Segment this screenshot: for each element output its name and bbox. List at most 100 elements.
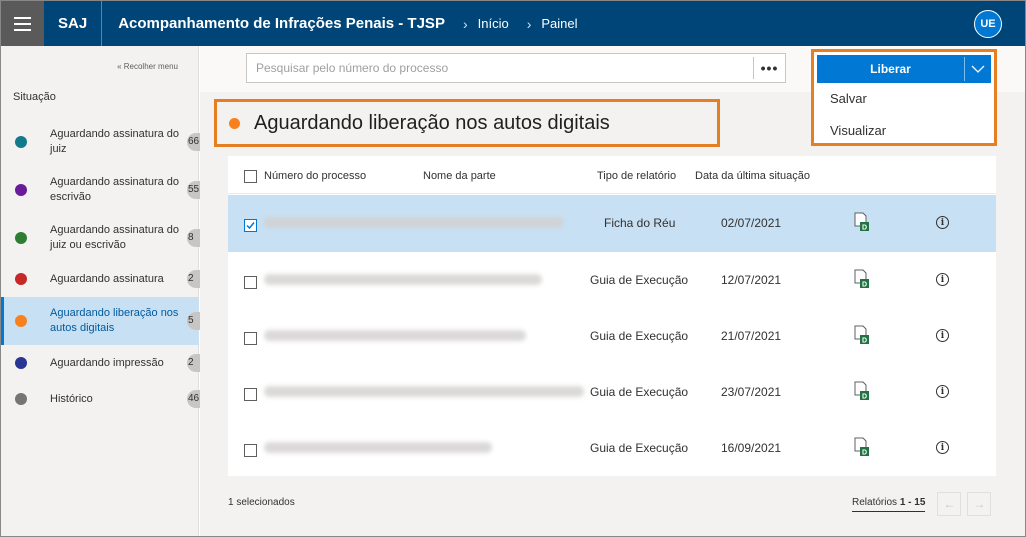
page-title: Aguardando liberação nos autos digitais: [214, 99, 720, 147]
redacted-text: [264, 330, 526, 341]
liberar-button[interactable]: Liberar: [817, 55, 991, 83]
chevron-down-icon[interactable]: [965, 55, 991, 83]
row-checkbox[interactable]: [244, 388, 257, 401]
chevron-right-icon: ›: [462, 15, 468, 32]
column-header-numero[interactable]: Número do processo: [264, 170, 366, 182]
select-all-checkbox[interactable]: [244, 170, 257, 183]
app-title: Acompanhamento de Infrações Penais - TJS…: [118, 15, 445, 32]
row-checkbox[interactable]: [244, 276, 257, 289]
selection-count: 1 selecionados: [228, 497, 295, 508]
sidebar-item-assinatura[interactable]: Aguardando assinatura 2: [1, 264, 203, 294]
column-header-nome[interactable]: Nome da parte: [423, 170, 496, 182]
sidebar-item-label: Aguardando assinatura do juiz: [50, 128, 180, 155]
redacted-text: [264, 274, 542, 285]
redacted-text: [264, 442, 492, 453]
row-checkbox[interactable]: [244, 444, 257, 457]
top-bar: SAJ Acompanhamento de Infrações Penais -…: [1, 1, 1025, 46]
status-dot-icon: [229, 117, 240, 129]
pager-range: 1 - 15: [899, 496, 926, 508]
chevron-right-icon: ›: [526, 15, 532, 32]
liberar-button-label[interactable]: Liberar: [817, 55, 964, 83]
more-options-icon[interactable]: •••: [753, 57, 785, 79]
row-checkbox[interactable]: [244, 332, 257, 345]
tipo-cell: Guia de Execução: [590, 385, 689, 399]
sidebar-item-label: Aguardando assinatura: [50, 272, 164, 285]
info-icon[interactable]: i: [936, 273, 949, 286]
tipo-cell: Ficha do Réu: [604, 216, 676, 230]
status-dot-icon: [15, 315, 27, 327]
previous-page-icon[interactable]: ←: [937, 492, 962, 516]
pager-label: Relatórios 1 - 15: [852, 496, 926, 512]
sidebar-item-impressao[interactable]: Aguardando impressão 2: [1, 348, 203, 378]
sidebar-item-label: Aguardando impressão: [50, 356, 164, 369]
excel-document-icon[interactable]: D: [853, 381, 870, 404]
row-checkbox[interactable]: [244, 219, 257, 232]
info-icon[interactable]: i: [936, 216, 949, 229]
search-placeholder: Pesquisar pelo número do processo: [256, 61, 449, 75]
svg-text:D: D: [862, 394, 867, 401]
table-row[interactable]: Guia de Execução 12/07/2021 D i: [228, 252, 996, 309]
sidebar-item-assinatura-juiz-escrivao[interactable]: Aguardando assinatura do juiz ou escrivã…: [1, 218, 203, 258]
sidebar-item-assinatura-escrivao[interactable]: Aguardando assinatura do escrivão 55: [1, 170, 203, 210]
tipo-cell: Guia de Execução: [590, 329, 689, 343]
excel-document-icon[interactable]: D: [853, 269, 870, 292]
redacted-text: [264, 386, 584, 397]
data-cell: 02/07/2021: [721, 216, 782, 230]
status-dot-icon: [15, 357, 27, 369]
liberar-split-button: Liberar Salvar Visualizar: [811, 49, 997, 146]
svg-text:D: D: [862, 225, 867, 232]
pagination: Relatórios 1 - 15 ← →: [852, 492, 992, 516]
sidebar-item-assinatura-juiz[interactable]: Aguardando assinatura do juiz 66: [1, 122, 203, 162]
page-title-text: Aguardando liberação nos autos digitais: [254, 111, 610, 134]
user-avatar[interactable]: UE: [974, 10, 1002, 38]
breadcrumb-inicio[interactable]: Início: [478, 16, 509, 31]
next-page-icon[interactable]: →: [967, 492, 992, 516]
data-cell: 23/07/2021: [721, 385, 782, 399]
table-header: Número do processo Nome da parte Tipo de…: [228, 156, 996, 194]
tipo-cell: Guia de Execução: [590, 441, 689, 455]
situacao-title: Situação: [13, 91, 56, 103]
sidebar-item-historico[interactable]: Histórico 46: [1, 384, 203, 414]
sidebar: « Recolher menu Situação Aguardando assi…: [1, 46, 203, 536]
hamburger-menu-icon[interactable]: [1, 1, 44, 46]
sidebar-item-label: Aguardando assinatura do juiz ou escrivã…: [50, 224, 180, 251]
sidebar-item-label: Aguardando liberação nos autos digitais: [50, 307, 179, 334]
reports-table: Número do processo Nome da parte Tipo de…: [228, 156, 996, 476]
menu-item-visualizar[interactable]: Visualizar: [817, 115, 991, 147]
excel-document-icon[interactable]: D: [853, 325, 870, 348]
info-icon[interactable]: i: [936, 329, 949, 342]
status-dot-icon: [15, 232, 27, 244]
table-row[interactable]: Ficha do Réu 02/07/2021 D i: [228, 195, 996, 252]
main-content: Pesquisar pelo número do processo ••• Ag…: [200, 46, 1025, 536]
column-header-tipo[interactable]: Tipo de relatório: [597, 170, 676, 182]
svg-text:D: D: [862, 450, 867, 457]
excel-document-icon[interactable]: D: [853, 437, 870, 460]
table-row[interactable]: Guia de Execução 23/07/2021 D i: [228, 364, 996, 421]
column-header-data[interactable]: Data da última situação: [695, 170, 810, 182]
breadcrumb-painel[interactable]: Painel: [541, 16, 577, 31]
pager-prefix: Relatórios: [852, 496, 898, 508]
svg-text:D: D: [862, 338, 867, 345]
menu-item-salvar[interactable]: Salvar: [817, 83, 991, 115]
brand-label[interactable]: SAJ: [44, 1, 101, 46]
status-dot-icon: [15, 273, 27, 285]
info-icon[interactable]: i: [936, 385, 949, 398]
status-dot-icon: [15, 136, 27, 148]
search-input[interactable]: Pesquisar pelo número do processo •••: [246, 53, 786, 83]
sidebar-item-liberacao[interactable]: Aguardando liberação nos autos digitais …: [1, 297, 203, 345]
liberar-menu: Salvar Visualizar: [817, 83, 991, 147]
excel-document-icon[interactable]: D: [853, 212, 870, 235]
table-row[interactable]: Guia de Execução 21/07/2021 D i: [228, 308, 996, 365]
redacted-text: [264, 217, 564, 228]
data-cell: 21/07/2021: [721, 329, 782, 343]
data-cell: 12/07/2021: [721, 273, 782, 287]
status-dot-icon: [15, 184, 27, 196]
table-row[interactable]: Guia de Execução 16/09/2021 D i: [228, 420, 996, 477]
sidebar-item-label: Aguardando assinatura do escrivão: [50, 176, 180, 203]
active-indicator: [1, 297, 4, 345]
collapse-menu-button[interactable]: « Recolher menu: [117, 62, 178, 71]
data-cell: 16/09/2021: [721, 441, 782, 455]
sidebar-item-label: Histórico: [50, 392, 93, 405]
tipo-cell: Guia de Execução: [590, 273, 689, 287]
info-icon[interactable]: i: [936, 441, 949, 454]
